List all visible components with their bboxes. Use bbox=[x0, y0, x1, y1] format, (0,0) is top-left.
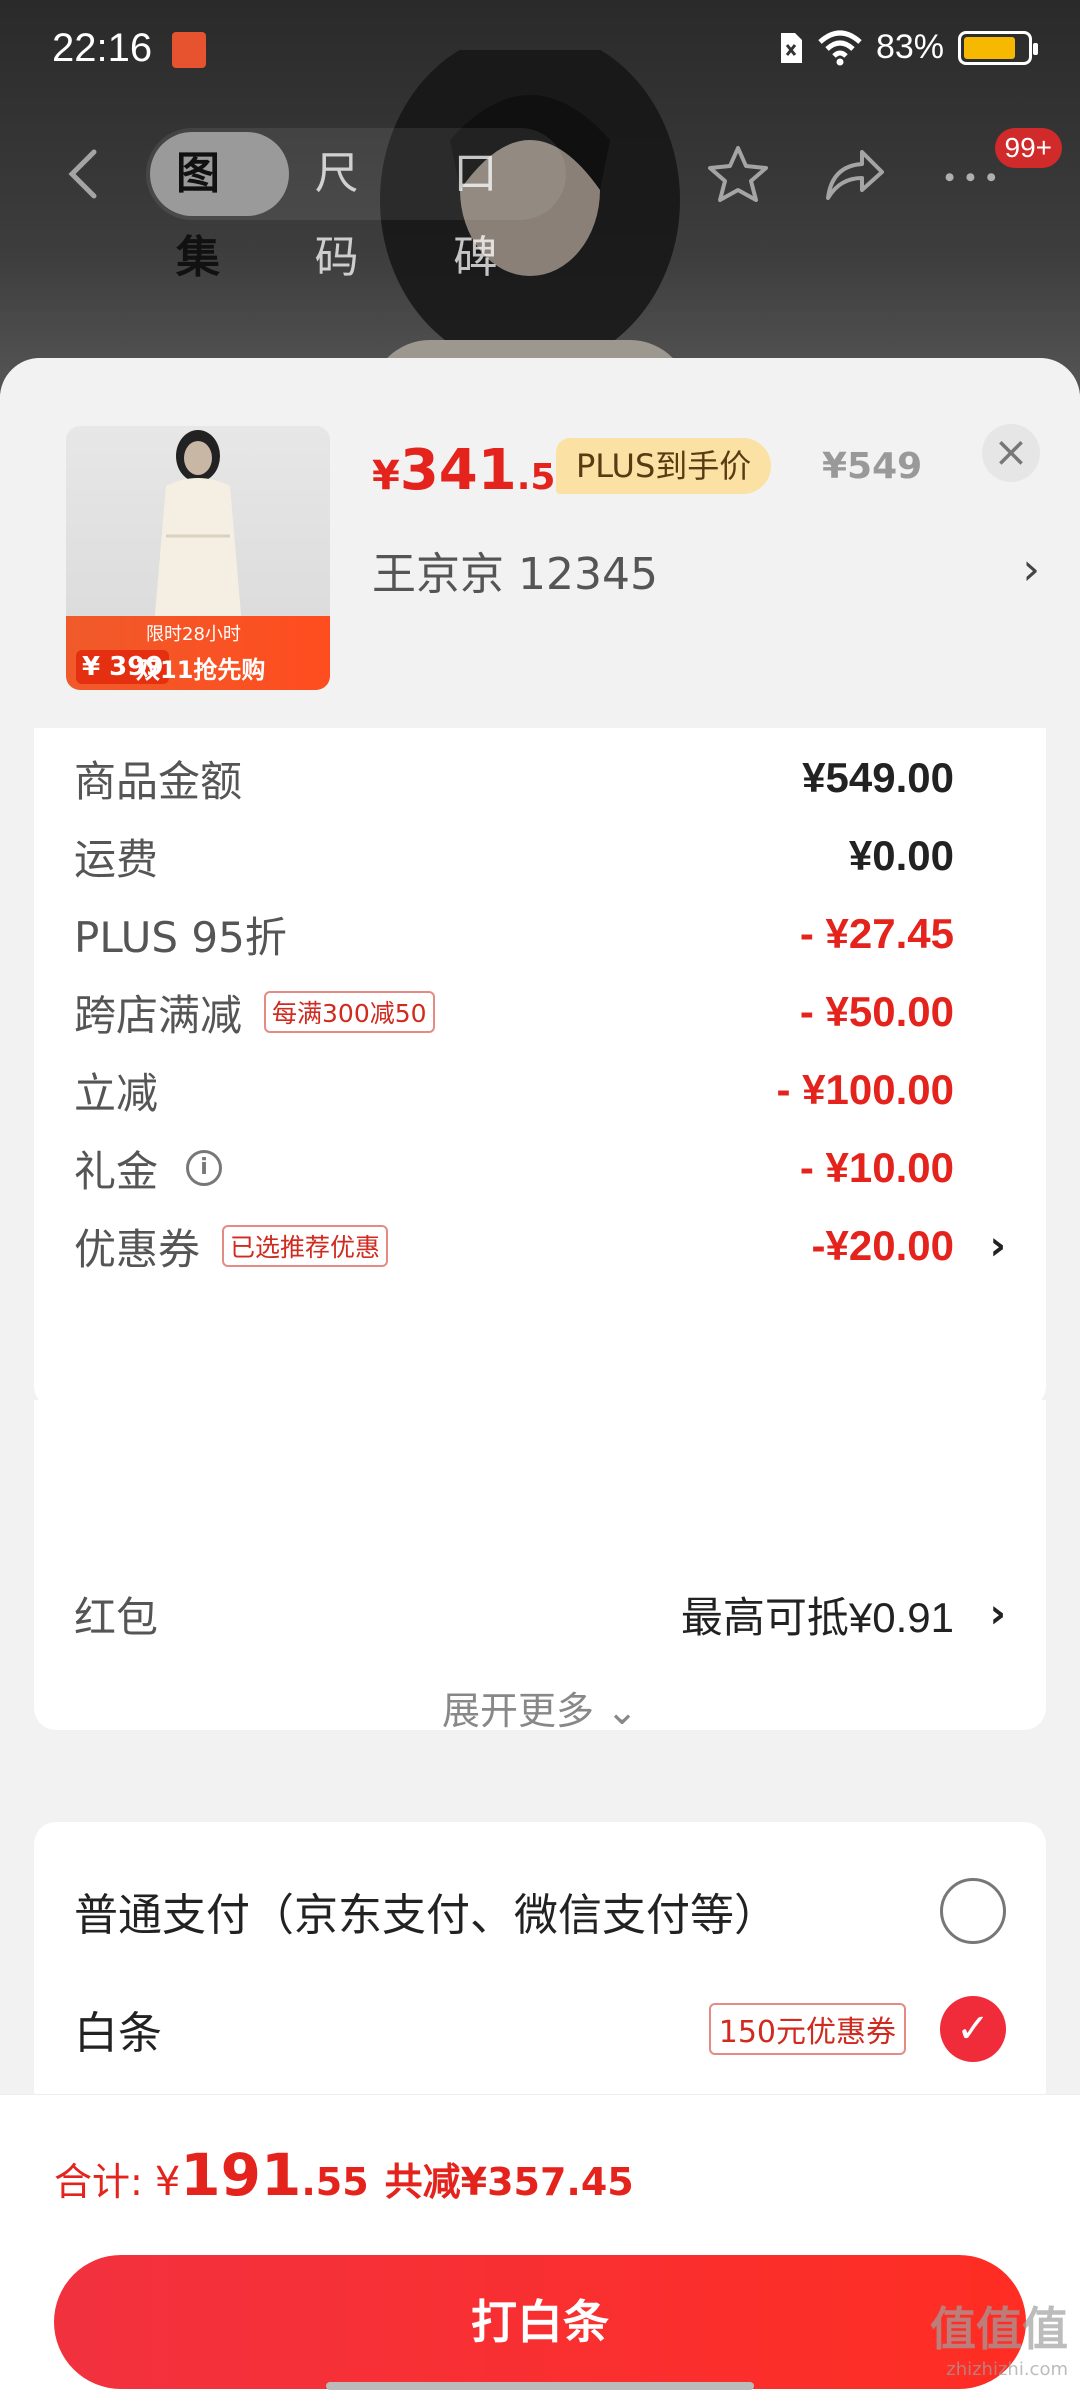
total-decimal: .55 bbox=[301, 2160, 369, 2204]
chevron-right-icon[interactable]: › bbox=[1022, 544, 1040, 595]
price-breakdown-card: 商品金额 ¥549.00 运费 ¥0.00 PLUS 95折 - ¥27.45 … bbox=[34, 728, 1046, 1408]
row-value: - ¥10.00 bbox=[799, 1144, 954, 1191]
payment-option-label: 普通支付（京东支付、微信支付等） bbox=[74, 1890, 778, 1941]
battery-icon bbox=[958, 30, 1038, 65]
battery-percent: 83% bbox=[875, 28, 944, 66]
row-value: - ¥27.45 bbox=[799, 910, 954, 957]
tab-reviews[interactable]: 口碑 bbox=[427, 132, 566, 283]
total-integer: 191 bbox=[180, 2141, 302, 2209]
radio-checked-icon[interactable]: ✓ bbox=[940, 1996, 1006, 2062]
total-saved: 共减¥357.45 bbox=[384, 2160, 634, 2204]
row-label: 礼金 bbox=[74, 1146, 159, 1196]
payment-option-normal[interactable]: 普通支付（京东支付、微信支付等） bbox=[74, 1876, 1006, 1946]
order-total: 合计: ¥ 191 .55 共减¥357.45 bbox=[54, 2141, 634, 2209]
expand-more-label: 展开更多 bbox=[442, 1689, 595, 1733]
payment-option-baitiao[interactable]: 白条 150元优惠券 ✓ bbox=[74, 1994, 1006, 2064]
product-model-image bbox=[154, 430, 242, 626]
close-button[interactable]: × bbox=[982, 424, 1040, 482]
payment-option-label: 白条 bbox=[74, 2008, 162, 2059]
row-label: 商品金额 bbox=[74, 756, 243, 806]
share-icon[interactable] bbox=[822, 144, 886, 204]
message-count-badge: 99+ bbox=[994, 128, 1062, 168]
row-gift-money: 礼金 i - ¥10.00 bbox=[74, 1138, 954, 1198]
row-value: -¥20.00 bbox=[811, 1222, 954, 1269]
row-red-packet[interactable]: 红包 最高可抵¥0.91 › bbox=[74, 1584, 1006, 1644]
row-label: 红包 bbox=[74, 1592, 159, 1642]
plus-price-tag: PLUS到手价 bbox=[556, 438, 772, 494]
price-currency: ¥ bbox=[372, 453, 400, 499]
row-value: ¥549.00 bbox=[802, 754, 954, 801]
product-thumbnail[interactable]: ¥ 399 限时28小时 双11抢先购 bbox=[66, 426, 330, 690]
row-value: 最高可抵¥0.91 bbox=[680, 1593, 954, 1641]
row-goods-amount: 商品金额 ¥549.00 bbox=[74, 748, 954, 808]
coupon-tag: 150元优惠券 bbox=[708, 2003, 906, 2055]
pay-with-baitiao-button[interactable]: 打白条 bbox=[54, 2255, 1026, 2389]
total-currency: ¥ bbox=[154, 2159, 181, 2205]
chevron-right-icon[interactable]: › bbox=[990, 1223, 1006, 1269]
gallery-tabs: 图集 尺码 口碑 bbox=[146, 128, 566, 283]
watermark: 值值值 zhizhizhi.com bbox=[930, 2293, 1068, 2380]
info-icon[interactable]: i bbox=[186, 1150, 223, 1186]
final-price: ¥ 341 .55 bbox=[372, 438, 581, 503]
coupon-selected-tag: 已选推荐优惠 bbox=[222, 1225, 389, 1267]
promo-title: 双11抢先购 bbox=[136, 656, 266, 684]
status-indicators: 83% bbox=[778, 28, 1038, 67]
tab-gallery[interactable]: 图集 bbox=[150, 132, 289, 283]
price-breakdown-card-bottom: 红包 最高可抵¥0.91 › 展开更多 ⌄ bbox=[34, 1400, 1046, 1733]
selected-variant[interactable]: 王京京 12345 bbox=[372, 538, 658, 602]
more-options-icon[interactable] bbox=[940, 144, 1004, 204]
row-coupon[interactable]: 优惠券 已选推荐优惠 -¥20.00 › bbox=[74, 1216, 1006, 1276]
checkout-bar: 合计: ¥ 191 .55 共减¥357.45 打白条 值值值 zhizhizh… bbox=[0, 2094, 1080, 2400]
app-notification-icon bbox=[172, 32, 206, 68]
price-integer: 341 bbox=[399, 438, 517, 503]
promo-time: 限时28小时 bbox=[146, 624, 241, 645]
tab-size[interactable]: 尺码 bbox=[289, 132, 428, 283]
row-instant-discount: 立减 - ¥100.00 bbox=[74, 1060, 954, 1120]
chevron-down-icon: ⌄ bbox=[606, 1689, 638, 1733]
expand-more-button[interactable]: 展开更多 ⌄ bbox=[34, 1680, 1046, 1735]
row-value: - ¥100.00 bbox=[776, 1066, 954, 1113]
product-summary: ¥ 399 限时28小时 双11抢先购 ¥ 341 .55 PLUS到手价 ¥5… bbox=[0, 358, 1080, 728]
sim-card-icon bbox=[780, 32, 802, 63]
row-label: 优惠券 bbox=[74, 1224, 201, 1274]
row-shipping: 运费 ¥0.00 bbox=[74, 826, 954, 886]
back-arrow-icon[interactable] bbox=[58, 146, 114, 202]
row-cross-store-discount: 跨店满减 每满300减50 - ¥50.00 bbox=[74, 982, 954, 1042]
watermark-url: zhizhizhi.com bbox=[946, 2359, 1068, 2380]
home-indicator[interactable] bbox=[326, 2382, 754, 2390]
row-plus-discount: PLUS 95折 - ¥27.45 bbox=[74, 904, 954, 964]
row-label: 运费 bbox=[74, 834, 159, 884]
total-label: 合计: bbox=[54, 2160, 143, 2204]
favorite-star-icon[interactable] bbox=[706, 144, 770, 204]
chevron-right-icon[interactable]: › bbox=[990, 1591, 1006, 1637]
row-value: ¥0.00 bbox=[848, 832, 954, 879]
watermark-brand: 值值值 bbox=[930, 2302, 1068, 2356]
promo-strip: ¥ 399 限时28小时 双11抢先购 bbox=[66, 616, 330, 690]
radio-unchecked[interactable] bbox=[940, 1878, 1006, 1944]
discount-rule-tag: 每满300减50 bbox=[264, 991, 435, 1033]
row-label: 立减 bbox=[74, 1068, 159, 1118]
row-value: - ¥50.00 bbox=[799, 988, 954, 1035]
status-bar: 22:16 83% bbox=[0, 0, 1080, 100]
wifi-icon bbox=[818, 30, 862, 65]
original-price: ¥549 bbox=[822, 446, 923, 487]
status-time: 22:16 bbox=[52, 26, 153, 70]
row-label: PLUS 95折 bbox=[74, 912, 287, 962]
row-label: 跨店满减 bbox=[74, 990, 243, 1040]
product-nav-bar: 图集 尺码 口碑 99+ bbox=[0, 128, 1080, 283]
